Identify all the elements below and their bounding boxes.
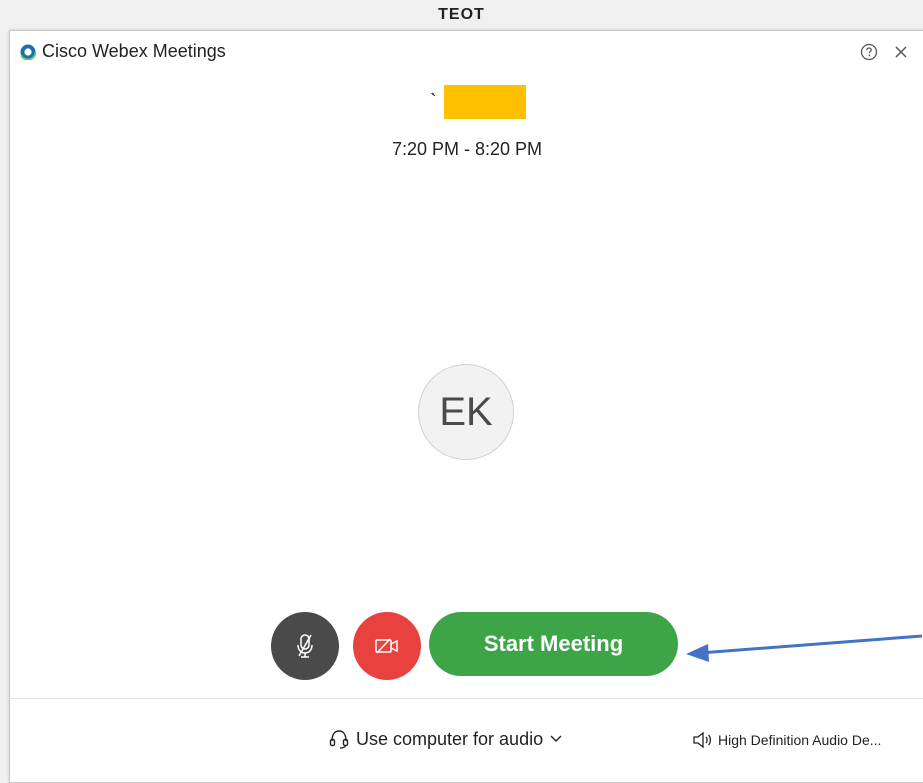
headset-icon — [329, 730, 349, 749]
chevron-down-icon — [550, 735, 562, 742]
divider — [10, 698, 923, 699]
annotation-arrow — [686, 634, 923, 662]
audio-device-label: High Definition Audio De... — [718, 732, 882, 748]
webex-window: Cisco Webex Meetings ` 7:20 PM - 8:20 PM… — [9, 30, 923, 783]
page-caption: TEOT — [438, 6, 485, 23]
audio-connection-dropdown[interactable]: Use computer for audio — [328, 728, 563, 750]
speaker-device-selector[interactable]: High Definition Audio De... — [692, 731, 881, 749]
audio-option-label: Use computer for audio — [356, 728, 544, 749]
speaker-icon — [693, 731, 712, 749]
